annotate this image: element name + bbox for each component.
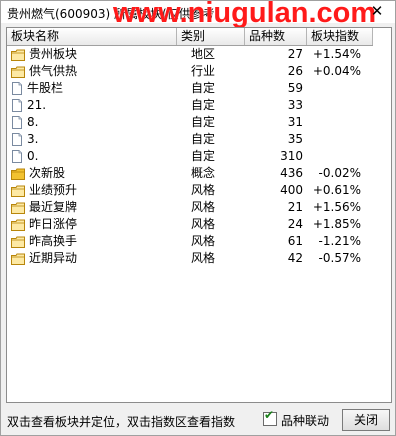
watermark: www.niugulan.com [113, 0, 377, 29]
index-cell[interactable] [307, 114, 361, 131]
sector-name-cell: 昨日涨停 [11, 216, 177, 233]
category-cell: 地区 [191, 47, 216, 61]
table-row[interactable]: 供气供热 行业 26 +0.04% [7, 63, 373, 80]
count-cell: 26 [287, 64, 303, 78]
table-header: 板块名称 类别 品种数 板块指数 [7, 28, 373, 46]
close-icon[interactable]: ✕ [369, 3, 385, 19]
category-cell: 自定 [191, 81, 216, 95]
folder-icon [11, 253, 25, 270]
category-cell: 行业 [191, 64, 216, 78]
category-cell: 自定 [191, 132, 216, 146]
header-sector-name[interactable]: 板块名称 [7, 28, 177, 45]
index-cell[interactable] [307, 131, 361, 148]
table-row[interactable]: 牛股栏 自定 59 [7, 80, 373, 97]
table-row[interactable]: 3. 自定 35 [7, 131, 373, 148]
table-row[interactable]: 近期异动 风格 42 -0.57% [7, 250, 373, 267]
checkbox-label[interactable]: 品种联动 [281, 412, 329, 429]
header-category[interactable]: 类别 [177, 28, 245, 45]
category-cell: 风格 [191, 217, 216, 231]
category-cell: 风格 [191, 251, 216, 265]
table-row[interactable]: 昨高换手 风格 61 -1.21% [7, 233, 373, 250]
sector-name: 近期异动 [29, 251, 78, 265]
count-cell: 33 [287, 98, 303, 112]
table-row[interactable]: 昨日涨停 风格 24 +1.85% [7, 216, 373, 233]
title-bar: 贵州燃气(600903) 所属板块(仅供参考 www.niugulan.com … [1, 0, 395, 29]
count-cell: 31 [287, 115, 303, 129]
sector-name-cell: 21. [11, 97, 177, 114]
index-cell[interactable] [307, 148, 361, 165]
index-cell[interactable]: +0.04% [307, 63, 361, 80]
sector-name-cell: 供气供热 [11, 63, 177, 80]
sector-name: 业绩预升 [29, 183, 78, 197]
count-cell: 59 [287, 81, 303, 95]
table-body: 贵州板块 地区 27 +1.54% 供气供热 行业 26 +0.04% 牛股栏 自定 59 21. 自定… [7, 46, 373, 267]
table-row[interactable]: 21. 自定 33 [7, 97, 373, 114]
count-cell: 436 [280, 166, 303, 180]
sector-name: 次新股 [29, 166, 66, 180]
category-cell: 自定 [191, 115, 216, 129]
header-count[interactable]: 品种数 [245, 28, 307, 45]
sector-list[interactable]: 板块名称 类别 品种数 板块指数 贵州板块 地区 27 +1.54% 供气供热 行业 26 +… [6, 27, 392, 403]
sector-name-cell: 昨高换手 [11, 233, 177, 250]
close-button[interactable]: 关闭 [342, 409, 390, 431]
category-cell: 风格 [191, 200, 216, 214]
sector-name: 供气供热 [29, 64, 78, 78]
sector-name: 8. [27, 115, 39, 129]
index-cell[interactable]: -0.02% [307, 165, 361, 182]
sector-name-cell: 业绩预升 [11, 182, 177, 199]
sector-name-cell: 次新股 [11, 165, 177, 182]
index-cell[interactable]: +1.85% [307, 216, 361, 233]
count-cell: 42 [287, 251, 303, 265]
category-cell: 自定 [191, 149, 216, 163]
count-cell: 310 [280, 149, 303, 163]
sector-name: 昨高换手 [29, 234, 78, 248]
sector-name-cell: 0. [11, 148, 177, 165]
index-cell[interactable]: -0.57% [307, 250, 361, 267]
table-row[interactable]: 最近复牌 风格 21 +1.56% [7, 199, 373, 216]
sector-name-cell: 贵州板块 [11, 46, 177, 63]
index-cell[interactable]: -1.21% [307, 233, 361, 250]
sector-name-cell: 近期异动 [11, 250, 177, 267]
table-row[interactable]: 业绩预升 风格 400 +0.61% [7, 182, 373, 199]
check-icon: ✔ [264, 408, 275, 422]
index-cell[interactable]: +1.56% [307, 199, 361, 216]
sector-name: 3. [27, 132, 39, 146]
index-cell[interactable]: +0.61% [307, 182, 361, 199]
sector-name-cell: 3. [11, 131, 177, 148]
count-cell: 400 [280, 183, 303, 197]
category-cell: 风格 [191, 234, 216, 248]
count-cell: 35 [287, 132, 303, 146]
category-cell: 概念 [191, 166, 216, 180]
count-cell: 27 [287, 47, 303, 61]
index-cell[interactable] [307, 97, 361, 114]
sector-name: 贵州板块 [29, 47, 78, 61]
sector-name-cell: 最近复牌 [11, 199, 177, 216]
table-row[interactable]: 贵州板块 地区 27 +1.54% [7, 46, 373, 63]
hint-text: 双击查看板块并定位，双击指数区查看指数 [7, 415, 236, 429]
sector-name: 最近复牌 [29, 200, 78, 214]
sector-name-cell: 8. [11, 114, 177, 131]
dialog-window: 贵州燃气(600903) 所属板块(仅供参考 www.niugulan.com … [0, 0, 396, 436]
sector-name: 昨日涨停 [29, 217, 78, 231]
count-cell: 61 [287, 234, 303, 248]
category-cell: 自定 [191, 98, 216, 112]
table-row[interactable]: 0. 自定 310 [7, 148, 373, 165]
header-index[interactable]: 板块指数 [307, 28, 373, 45]
count-cell: 24 [287, 217, 303, 231]
table-row[interactable]: 次新股 概念 436 -0.02% [7, 165, 373, 182]
sector-name: 牛股栏 [27, 81, 64, 95]
index-cell[interactable] [307, 80, 361, 97]
sector-name: 0. [27, 149, 39, 163]
table-row[interactable]: 8. 自定 31 [7, 114, 373, 131]
sector-name: 21. [27, 98, 47, 112]
category-cell: 风格 [191, 183, 216, 197]
index-cell[interactable]: +1.54% [307, 46, 361, 63]
sector-name-cell: 牛股栏 [11, 80, 177, 97]
count-cell: 21 [287, 200, 303, 214]
